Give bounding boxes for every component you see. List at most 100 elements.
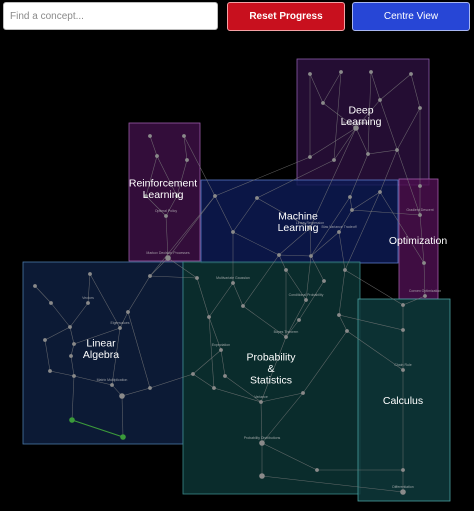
concept-node[interactable] bbox=[350, 208, 354, 212]
cluster-label-machine-learning: Machine bbox=[278, 210, 318, 222]
concept-node[interactable] bbox=[422, 261, 426, 265]
node-label: Conditional Probability bbox=[289, 293, 324, 297]
concept-graph[interactable]: BackpropagationMarkov Decision Processes… bbox=[0, 34, 474, 511]
concept-node[interactable] bbox=[315, 468, 319, 472]
cluster-label-machine-learning: Learning bbox=[278, 222, 319, 234]
node-label: Chain Rule bbox=[394, 363, 411, 367]
concept-node[interactable] bbox=[418, 184, 422, 188]
concept-node[interactable] bbox=[418, 213, 422, 217]
concept-node[interactable] bbox=[43, 338, 47, 342]
concept-node[interactable] bbox=[395, 148, 399, 152]
toolbar: Reset Progress Centre View bbox=[0, 0, 474, 34]
node-label: Convex Optimization bbox=[409, 289, 441, 293]
concept-node[interactable] bbox=[308, 72, 312, 76]
cluster-label-linear-algebra: Linear bbox=[86, 337, 116, 349]
node-label: Gradient Descent bbox=[406, 208, 433, 212]
concept-node[interactable] bbox=[400, 489, 406, 495]
concept-node[interactable] bbox=[219, 348, 223, 352]
concept-node[interactable] bbox=[213, 194, 217, 198]
concept-node[interactable] bbox=[401, 368, 405, 372]
concept-node[interactable] bbox=[418, 106, 422, 110]
concept-node[interactable] bbox=[345, 329, 349, 333]
concept-node[interactable] bbox=[321, 101, 325, 105]
concept-node[interactable] bbox=[68, 325, 72, 329]
concept-node[interactable] bbox=[86, 301, 90, 305]
concept-node[interactable] bbox=[423, 294, 427, 298]
node-label: Expectation bbox=[212, 343, 230, 347]
concept-node[interactable] bbox=[231, 230, 235, 234]
node-label: Matrix Multiplication bbox=[97, 378, 128, 382]
concept-node[interactable] bbox=[259, 400, 263, 404]
concept-node[interactable] bbox=[126, 310, 130, 314]
reset-progress-button[interactable]: Reset Progress bbox=[227, 2, 345, 31]
concept-node[interactable] bbox=[223, 374, 227, 378]
concept-node[interactable] bbox=[72, 374, 76, 378]
node-label: Differentiation bbox=[392, 485, 414, 489]
concept-node[interactable] bbox=[165, 255, 171, 261]
cluster-label-reinforcement-learning: Reinforcement bbox=[129, 177, 197, 189]
concept-node[interactable] bbox=[337, 230, 341, 234]
concept-node[interactable] bbox=[378, 98, 382, 102]
cluster-label-deep-learning: Deep bbox=[348, 104, 373, 116]
cluster-label-deep-learning: Learning bbox=[341, 116, 382, 128]
concept-node[interactable] bbox=[148, 274, 152, 278]
concept-node[interactable] bbox=[337, 313, 341, 317]
concept-node[interactable] bbox=[164, 214, 168, 218]
concept-node[interactable] bbox=[49, 301, 53, 305]
concept-node[interactable] bbox=[48, 369, 52, 373]
concept-node[interactable] bbox=[301, 391, 305, 395]
concept-node[interactable] bbox=[119, 393, 125, 399]
concept-node[interactable] bbox=[309, 254, 313, 258]
concept-node[interactable] bbox=[259, 473, 265, 479]
node-label: Multivariate Gaussian bbox=[216, 276, 250, 280]
concept-node[interactable] bbox=[366, 152, 370, 156]
concept-node[interactable] bbox=[207, 315, 211, 319]
concept-node[interactable] bbox=[378, 190, 382, 194]
concept-node[interactable] bbox=[88, 272, 92, 276]
concept-node[interactable] bbox=[284, 335, 288, 339]
concept-node[interactable] bbox=[212, 386, 216, 390]
concept-node[interactable] bbox=[401, 303, 405, 307]
node-label: Bayes Theorem bbox=[274, 330, 299, 334]
concept-node[interactable] bbox=[369, 70, 373, 74]
cluster-label-probability-statistics: & bbox=[267, 363, 274, 375]
concept-node[interactable] bbox=[120, 434, 126, 440]
concept-node[interactable] bbox=[401, 328, 405, 332]
concept-node[interactable] bbox=[409, 72, 413, 76]
concept-node[interactable] bbox=[332, 158, 336, 162]
concept-node[interactable] bbox=[255, 196, 259, 200]
concept-node[interactable] bbox=[348, 195, 352, 199]
concept-node[interactable] bbox=[277, 253, 281, 257]
search-input[interactable] bbox=[3, 2, 218, 30]
node-label: Markov Decision Processes bbox=[146, 251, 189, 255]
concept-node[interactable] bbox=[118, 326, 122, 330]
node-label: Vectors bbox=[82, 296, 94, 300]
concept-node[interactable] bbox=[322, 279, 326, 283]
concept-node[interactable] bbox=[33, 284, 37, 288]
concept-node[interactable] bbox=[284, 268, 288, 272]
centre-view-button[interactable]: Centre View bbox=[352, 2, 470, 31]
concept-node[interactable] bbox=[148, 134, 152, 138]
concept-node[interactable] bbox=[191, 372, 195, 376]
concept-node[interactable] bbox=[110, 383, 114, 387]
concept-node[interactable] bbox=[185, 158, 189, 162]
concept-node[interactable] bbox=[343, 268, 347, 272]
concept-node[interactable] bbox=[241, 304, 245, 308]
concept-node[interactable] bbox=[155, 154, 159, 158]
concept-node[interactable] bbox=[401, 468, 405, 472]
concept-node[interactable] bbox=[72, 342, 76, 346]
concept-node[interactable] bbox=[195, 276, 199, 280]
cluster-label-linear-algebra: Algebra bbox=[83, 349, 119, 361]
concept-node[interactable] bbox=[297, 318, 301, 322]
concept-node[interactable] bbox=[259, 440, 265, 446]
concept-node[interactable] bbox=[69, 354, 73, 358]
concept-node[interactable] bbox=[182, 134, 186, 138]
concept-node[interactable] bbox=[304, 298, 308, 302]
node-label: Probability Distributions bbox=[244, 436, 281, 440]
concept-node[interactable] bbox=[308, 155, 312, 159]
node-label: Optimal Policy bbox=[155, 209, 178, 213]
concept-node[interactable] bbox=[231, 281, 235, 285]
concept-node[interactable] bbox=[148, 386, 152, 390]
concept-node[interactable] bbox=[69, 417, 75, 423]
concept-node[interactable] bbox=[339, 70, 343, 74]
